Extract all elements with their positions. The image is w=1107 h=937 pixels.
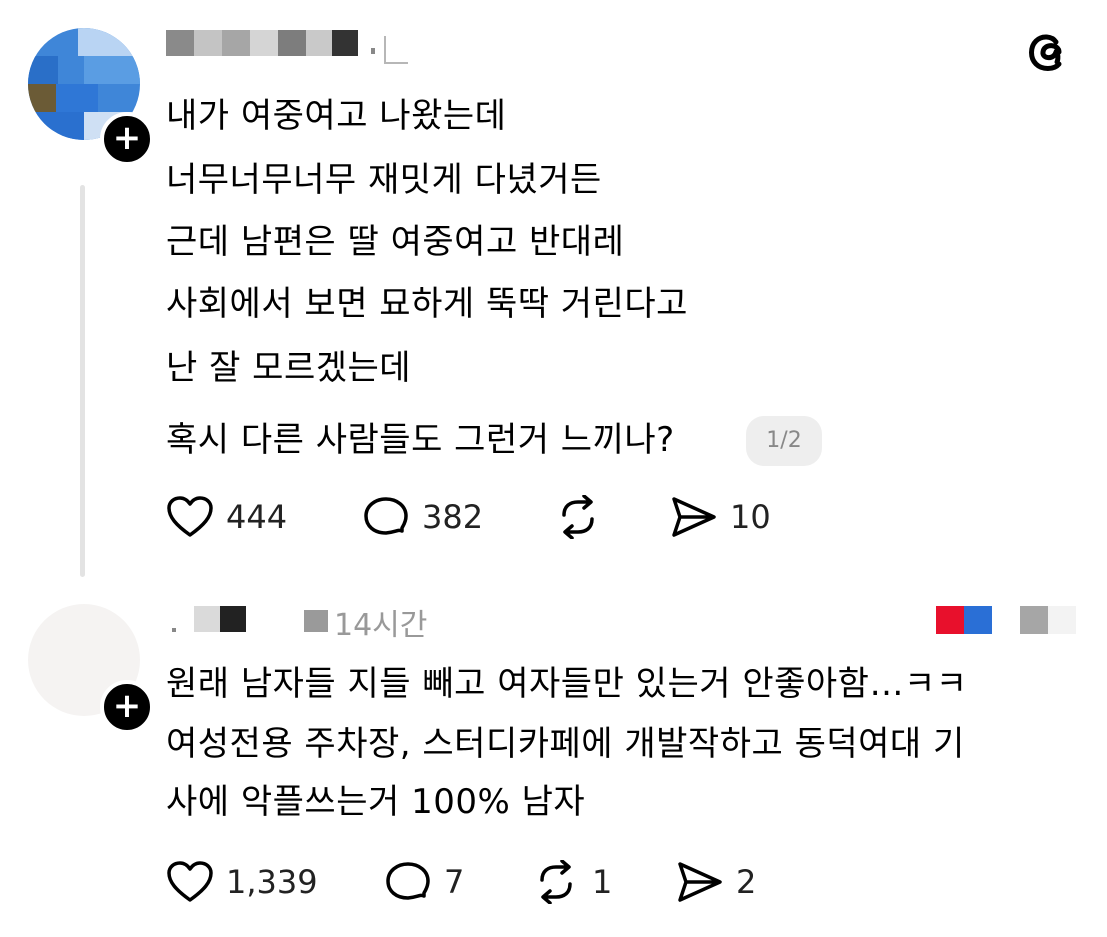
post-text-line: 혹시 다른 사람들도 그런거 느끼나?	[166, 420, 675, 460]
like-count: 444	[226, 498, 288, 536]
post-text-line: 난 잘 모르겠는데	[166, 348, 412, 388]
comment-count: 382	[422, 498, 484, 536]
post-text-line: 근데 남편은 딸 여중여고 반대레	[166, 222, 625, 262]
post-text-line: 내가 여중여고 나왔는데	[166, 96, 507, 136]
comment-count: 7	[444, 863, 465, 901]
follow-plus-button[interactable]: +	[100, 112, 154, 166]
repost-button[interactable]: 1	[532, 860, 612, 904]
verified-blur	[304, 610, 328, 632]
like-count: 1,339	[226, 863, 318, 901]
like-button[interactable]: 1,339	[166, 860, 318, 904]
username[interactable]	[166, 606, 256, 632]
repost-count: 1	[592, 863, 613, 901]
timestamp: 14시간	[334, 608, 428, 643]
heart-icon	[167, 861, 213, 902]
repost-icon	[562, 495, 594, 539]
threads-logo-icon[interactable]	[1024, 28, 1070, 74]
post-text-line: 여성전용 주차장, 스터디카페에 개발작하고 동덕여대 기	[166, 724, 965, 764]
comment-button[interactable]: 382	[362, 495, 483, 539]
follow-plus-button[interactable]: +	[100, 680, 154, 734]
repost-icon	[540, 860, 572, 904]
repost-button[interactable]	[554, 495, 614, 539]
username-trailing-blur	[384, 36, 408, 64]
share-icon	[672, 497, 716, 537]
share-icon	[678, 862, 722, 902]
comment-icon	[364, 497, 408, 535]
like-button[interactable]: 444	[166, 495, 287, 539]
comment-button[interactable]: 7	[384, 860, 464, 904]
share-button[interactable]: 10	[670, 495, 771, 539]
share-count: 10	[730, 498, 771, 536]
share-count: 2	[736, 863, 757, 901]
heart-icon	[167, 496, 213, 537]
post-text-line: 사회에서 보면 묘하게 뚝딱 거린다고	[166, 284, 688, 324]
post-text-line: 원래 남자들 지들 빼고 여자들만 있는거 안좋아함…ㅋㅋ	[166, 664, 968, 704]
thread-connector-line	[80, 185, 85, 577]
comment-icon	[386, 862, 430, 900]
blurred-badge	[936, 606, 1076, 636]
post-text-line: 사에 악플쓰는거 100% 남자	[166, 782, 586, 822]
post-text-line: 너무너무너무 재밋게 다녔거든	[166, 160, 602, 200]
page-indicator[interactable]: 1/2	[746, 416, 822, 466]
username[interactable]	[166, 30, 375, 56]
share-button[interactable]: 2	[676, 860, 756, 904]
